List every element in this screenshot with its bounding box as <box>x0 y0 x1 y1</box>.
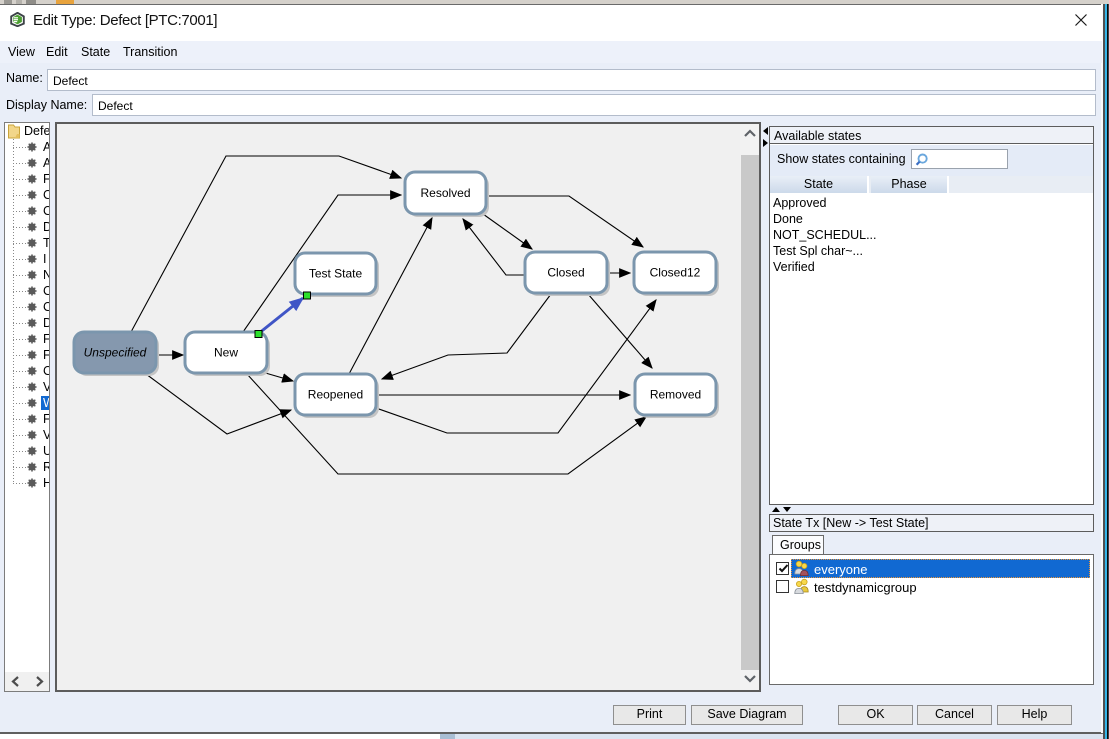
svg-text:Test State: Test State <box>309 267 363 281</box>
svg-text:Removed: Removed <box>650 388 701 402</box>
svg-text:Unspecified: Unspecified <box>84 346 147 360</box>
svg-text:Resolved: Resolved <box>420 186 470 200</box>
svg-text:Closed12: Closed12 <box>650 266 701 280</box>
svg-text:Reopened: Reopened <box>308 388 363 402</box>
svg-text:New: New <box>214 346 238 360</box>
svg-text:Closed: Closed <box>547 266 584 280</box>
